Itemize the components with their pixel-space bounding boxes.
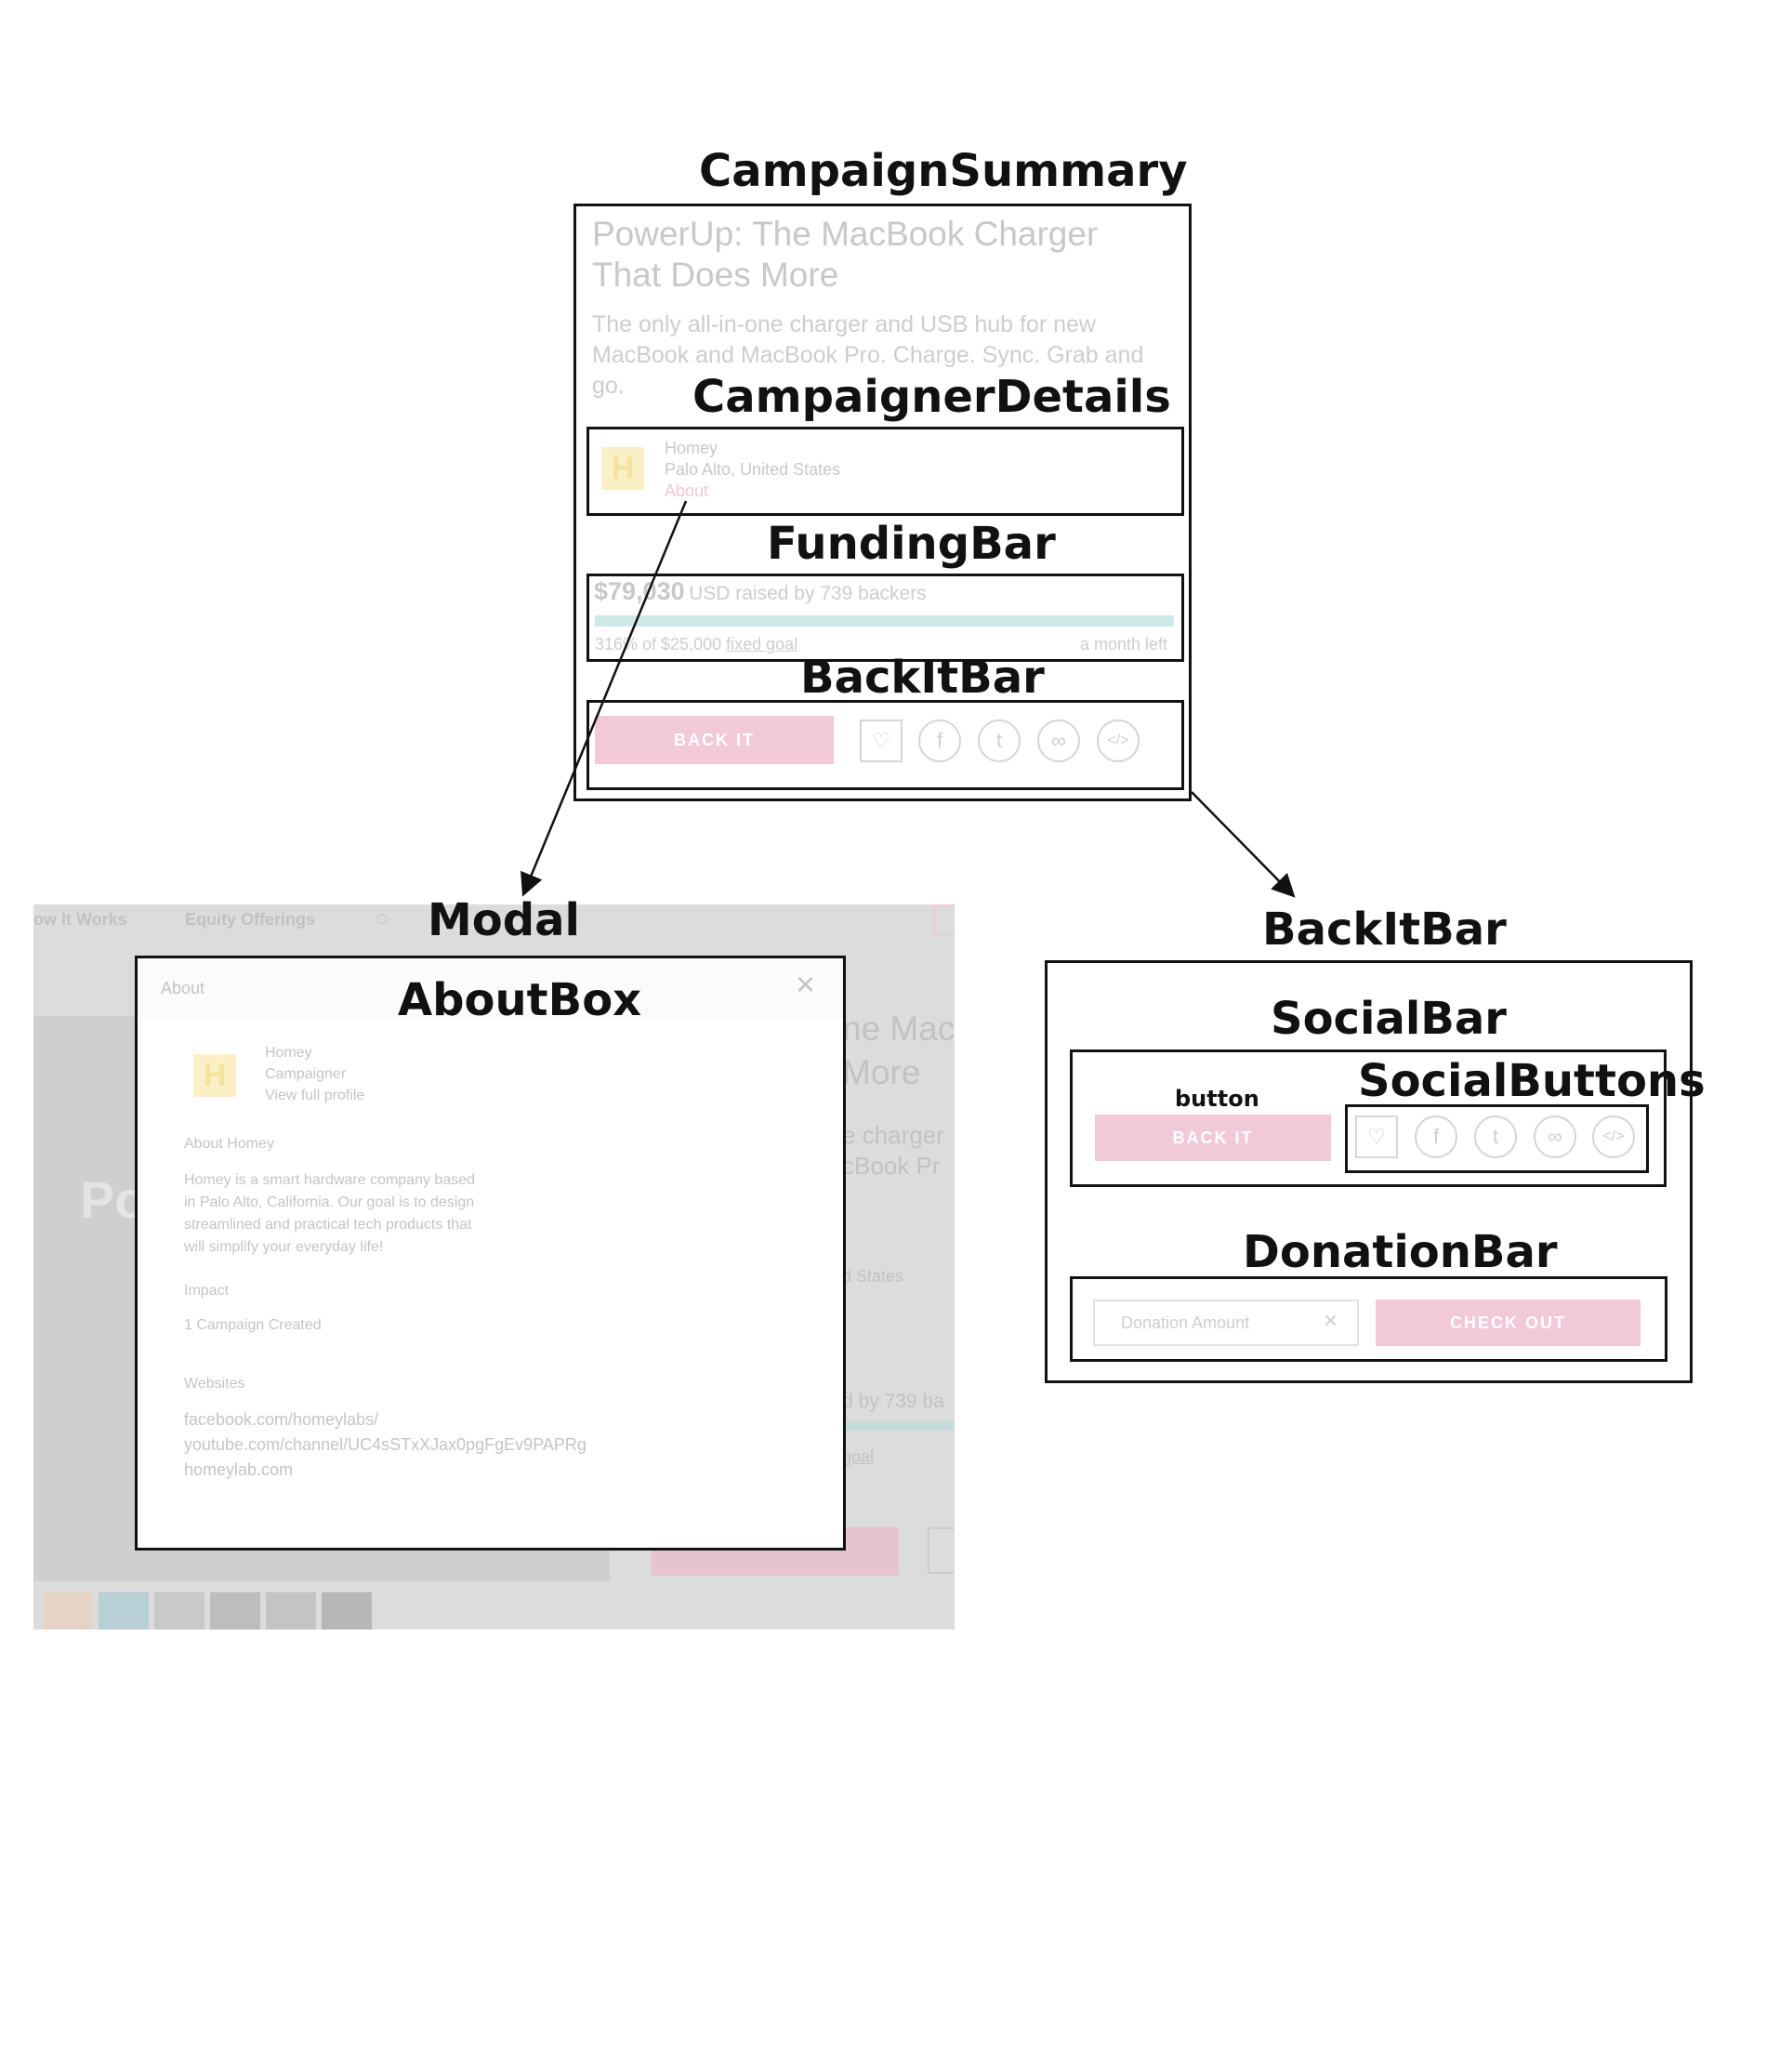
label-modal: Modal	[428, 894, 580, 946]
bg-desc-1: e charger	[842, 1121, 944, 1149]
donation-amount-placeholder: Donation Amount	[1121, 1313, 1250, 1332]
website-link-3[interactable]: homeylab.com	[184, 1460, 293, 1479]
label-social-bar: SocialBar	[1271, 993, 1507, 1045]
arrow-to-modal	[521, 500, 688, 897]
clear-input-icon[interactable]: ×	[1324, 1306, 1338, 1335]
label-donation-bar: DonationBar	[1243, 1226, 1558, 1278]
profile-name: Homey	[265, 1045, 312, 1061]
label-about-box: AboutBox	[398, 974, 642, 1026]
label-button: button	[1175, 1086, 1259, 1112]
about-text: Homey is a smart hardware company based …	[184, 1169, 475, 1259]
thumb-4[interactable]	[210, 1592, 260, 1630]
detail-link-icon[interactable]: ∞	[1534, 1115, 1576, 1158]
profile-logo: H	[193, 1054, 236, 1097]
about-text-line-4: will simplify your everyday life!	[184, 1239, 384, 1255]
bg-progress	[842, 1421, 955, 1431]
about-box: About × H Homey Campaigner View full pro…	[135, 956, 846, 1551]
thumb-1[interactable]	[43, 1592, 93, 1630]
websites-heading: Websites	[184, 1376, 245, 1392]
view-profile-link[interactable]: View full profile	[265, 1087, 364, 1105]
bg-title-1: ne Mac	[842, 1010, 955, 1048]
checkout-button[interactable]: CHECK OUT	[1376, 1300, 1641, 1346]
thumb-2[interactable]	[99, 1592, 149, 1630]
bg-desc-2: cBook Pr	[842, 1152, 941, 1180]
bg-title-2: More	[842, 1053, 921, 1091]
nav-search-icon[interactable]: ○	[376, 906, 389, 932]
nav-signup-edge[interactable]	[933, 904, 955, 936]
impact-heading: Impact	[184, 1283, 230, 1299]
close-icon[interactable]: ×	[796, 968, 815, 1001]
detail-facebook-icon[interactable]: f	[1415, 1115, 1457, 1158]
thumb-5[interactable]	[266, 1592, 316, 1630]
nav-equity-offerings[interactable]: Equity Offerings	[185, 910, 315, 930]
arrow-to-backit-detail	[1191, 791, 1296, 898]
about-text-line-3: streamlined and practical tech products …	[184, 1217, 472, 1233]
detail-embed-icon[interactable]: </>	[1592, 1115, 1635, 1158]
bg-goal: goal	[842, 1447, 875, 1466]
label-backit-bar-detail: BackItBar	[1262, 904, 1507, 956]
bg-location: d States	[842, 1267, 904, 1286]
website-link-1[interactable]: facebook.com/homeylabs/	[184, 1410, 378, 1429]
donation-amount-input[interactable]: Donation Amount	[1093, 1300, 1359, 1346]
nav-how-it-works[interactable]: ow It Works	[33, 910, 127, 930]
bg-backers: d by 739 ba	[842, 1391, 944, 1412]
about-text-line-2: in Palo Alto, California. Our goal is to…	[184, 1194, 475, 1210]
label-social-buttons: SocialButtons	[1358, 1055, 1706, 1107]
profile-logo-letter: H	[203, 1057, 227, 1093]
impact-value: 1 Campaign Created	[184, 1317, 322, 1333]
about-header-title: About	[161, 979, 205, 997]
about-heading: About Homey	[184, 1136, 274, 1152]
detail-heart-icon[interactable]: ♡	[1355, 1115, 1398, 1158]
website-link-2[interactable]: youtube.com/channel/UC4sSTxXJax0pgFgEv9P…	[184, 1435, 586, 1454]
thumb-3[interactable]	[154, 1592, 204, 1630]
detail-back-it-button[interactable]: BACK IT	[1095, 1115, 1331, 1161]
thumb-6[interactable]	[322, 1592, 372, 1630]
about-text-line-1: Homey is a smart hardware company based	[184, 1172, 476, 1188]
detail-twitter-icon[interactable]: t	[1474, 1115, 1517, 1158]
bg-heart-icon[interactable]	[928, 1527, 955, 1574]
profile-role: Campaigner	[265, 1066, 347, 1082]
